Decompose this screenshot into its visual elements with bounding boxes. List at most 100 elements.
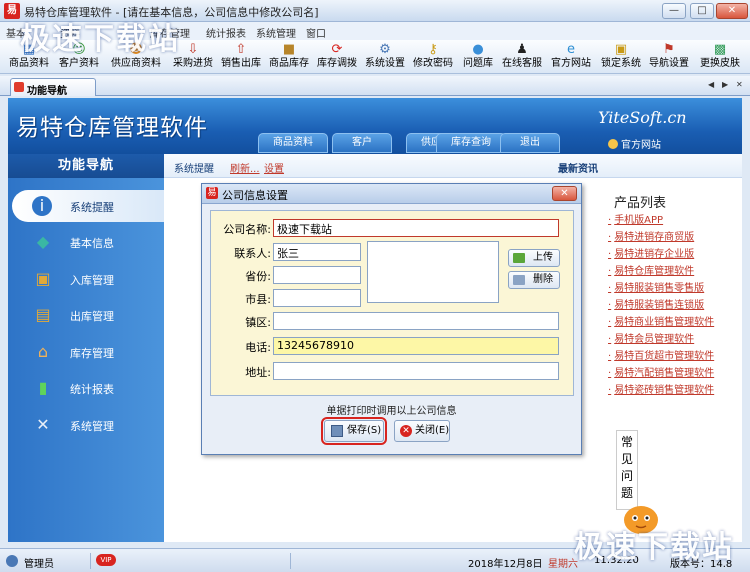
tab-label: 功能导航 <box>27 86 67 97</box>
toolbar-label: 问题库 <box>463 58 493 69</box>
faq-char: 见 <box>620 452 633 466</box>
sidebar-item-reports[interactable]: ▮ 统计报表 <box>8 372 164 404</box>
toolbar-skin-button[interactable]: ▩ 更换皮肤 <box>696 40 744 74</box>
status-date: 2018年12月8日 <box>468 559 543 570</box>
company-name-field[interactable]: 极速下载站 <box>273 219 559 237</box>
district-field[interactable] <box>273 312 559 330</box>
menu-reports[interactable]: 统计报表 <box>206 25 246 40</box>
close-button[interactable]: ✕ 关闭(E) <box>394 420 450 442</box>
product-link[interactable]: 易特进销存商贸版 <box>608 228 694 243</box>
lock-icon: ▣ <box>614 42 628 57</box>
settings-link[interactable]: 设置 <box>264 160 284 175</box>
tab-function-nav[interactable]: 功能导航 <box>10 78 96 97</box>
menu-window[interactable]: 窗口 <box>306 25 326 40</box>
toolbar-password-button[interactable]: ⚷ 修改密码 <box>410 40 456 74</box>
product-link[interactable]: 易特瓷砖销售管理软件 <box>608 381 714 396</box>
banner-tab-customers[interactable]: 客户 <box>332 133 392 153</box>
official-site-link[interactable]: 官方网站 <box>608 136 661 151</box>
tab-close-icon[interactable]: ✕ <box>736 80 743 89</box>
tab-prev-icon[interactable]: ◀ <box>708 80 714 89</box>
minimize-button[interactable]: — <box>662 3 686 19</box>
outbound-box-icon: ▤ <box>35 305 51 324</box>
toolbar-website-button[interactable]: e 官方网站 <box>548 40 594 74</box>
bar-chart-icon: ▮ <box>38 378 48 397</box>
banner-tab-exit[interactable]: 退出 <box>500 133 560 153</box>
product-link[interactable]: 易特会员管理软件 <box>608 330 694 345</box>
product-link[interactable]: 手机版APP <box>608 211 663 226</box>
product-link[interactable]: 易特仓库管理软件 <box>608 262 694 277</box>
close-label: 关闭(E) <box>415 425 450 436</box>
toolbar-lock-button[interactable]: ▣ 锁定系统 <box>598 40 644 74</box>
toolbar-label: 导航设置 <box>649 58 689 69</box>
phone-field[interactable]: 13245678910 <box>273 337 559 355</box>
faq-char: 常 <box>620 435 633 449</box>
cube-icon: ◆ <box>36 232 50 251</box>
vip-badge: VIP <box>96 554 116 566</box>
product-link[interactable]: 易特服装销售零售版 <box>608 279 704 294</box>
refresh-link[interactable]: 刷新... <box>230 160 260 175</box>
close-window-button[interactable]: ✕ <box>716 3 748 19</box>
close-icon: ✕ <box>400 425 412 437</box>
sidebar-item-label: 统计报表 <box>70 383 114 396</box>
delete-label: 删除 <box>533 274 553 285</box>
toolbar-faq-button[interactable]: ● 问题库 <box>458 40 498 74</box>
product-link[interactable]: 易特汽配销售管理软件 <box>608 364 714 379</box>
toolbar-label: 更换皮肤 <box>700 58 740 69</box>
product-link[interactable]: 易特商业销售管理软件 <box>608 313 714 328</box>
dialog-close-button[interactable]: ✕ <box>552 186 577 201</box>
toolbar-support-button[interactable]: ♟ 在线客服 <box>500 40 544 74</box>
sidebar-item-basic-info[interactable]: ◆ 基本信息 <box>8 226 164 258</box>
sidebar-item-outbound[interactable]: ▤ 出库管理 <box>8 299 164 331</box>
banner-title: 易特仓库管理软件 <box>16 115 208 141</box>
district-label: 镇区: <box>245 316 271 329</box>
purchase-icon: ⇩ <box>187 42 199 57</box>
toolbar-label: 官方网站 <box>551 58 591 69</box>
maximize-button[interactable]: □ <box>690 3 714 19</box>
sidebar-item-label: 基本信息 <box>70 237 114 250</box>
toolbar-label: 商品资料 <box>9 58 49 69</box>
toolbar-label: 销售出库 <box>221 58 261 69</box>
delete-button[interactable]: 删除 <box>508 271 560 289</box>
product-link[interactable]: 易特进销存企业版 <box>608 245 694 260</box>
upload-button[interactable]: 上传 <box>508 249 560 267</box>
toolbar-transfer-button[interactable]: ⟳ 库存调拨 <box>314 40 360 74</box>
app-icon: 易 <box>4 3 20 19</box>
sidebar-item-system[interactable]: ✕ 系统管理 <box>8 409 164 441</box>
print-hint: 单据打印时调用以上公司信息 <box>326 406 457 417</box>
sidebar-item-inbound[interactable]: ▣ 入库管理 <box>8 263 164 295</box>
floppy-icon <box>331 425 343 437</box>
dialog-title-bar: 易 公司信息设置 ✕ <box>202 184 581 204</box>
toolbar-stock-button[interactable]: ■ 商品库存 <box>266 40 312 74</box>
toolbar-label: 修改密码 <box>413 58 453 69</box>
sidebar-item-inventory[interactable]: ⌂ 库存管理 <box>8 336 164 368</box>
sidebar-item-label: 库存管理 <box>70 347 114 360</box>
menu-system[interactable]: 系统管理 <box>256 25 296 40</box>
tab-next-icon[interactable]: ▶ <box>722 80 728 89</box>
sales-icon: ⇧ <box>235 42 247 57</box>
toolbar-nav-button[interactable]: ⚑ 导航设置 <box>646 40 692 74</box>
banner-tab-products[interactable]: 商品资料 <box>258 133 328 153</box>
company-info-dialog: 易 公司信息设置 ✕ 公司名称: 极速下载站 联系人: 张三 省份: 市县: 上… <box>201 183 582 455</box>
banner-tab-stock-query[interactable]: 库存查询 <box>436 133 506 153</box>
sidebar-item-reminders[interactable]: i 系统提醒 <box>12 190 164 222</box>
question-icon: ● <box>472 42 484 57</box>
faq-char: 问 <box>620 469 633 483</box>
toolbar-label: 商品库存 <box>269 58 309 69</box>
tab-strip: 功能导航 ◀ ▶ ✕ <box>0 76 750 97</box>
divider <box>290 553 291 569</box>
product-link[interactable]: 易特服装销售连锁版 <box>608 296 704 311</box>
transfer-icon: ⟳ <box>331 42 343 57</box>
web-icon: e <box>567 42 575 57</box>
reminder-label: 系统提醒 <box>174 164 214 175</box>
save-button[interactable]: 保存(S) <box>321 417 387 445</box>
contact-field[interactable]: 张三 <box>273 243 361 261</box>
globe-icon <box>608 139 618 149</box>
settings-icon: ⚙ <box>379 42 391 57</box>
province-field[interactable] <box>273 266 361 284</box>
toolbar-settings-button[interactable]: ⚙ 系统设置 <box>362 40 408 74</box>
sidebar: 功能导航 i 系统提醒 ◆ 基本信息 ▣ 入库管理 ▤ 出库管理 ⌂ 库存管理 … <box>8 154 164 542</box>
address-field[interactable] <box>273 362 559 380</box>
city-field[interactable] <box>273 289 361 307</box>
toolbar-sales-button[interactable]: ⇧ 销售出库 <box>218 40 264 74</box>
product-link[interactable]: 易特百货超市管理软件 <box>608 347 714 362</box>
